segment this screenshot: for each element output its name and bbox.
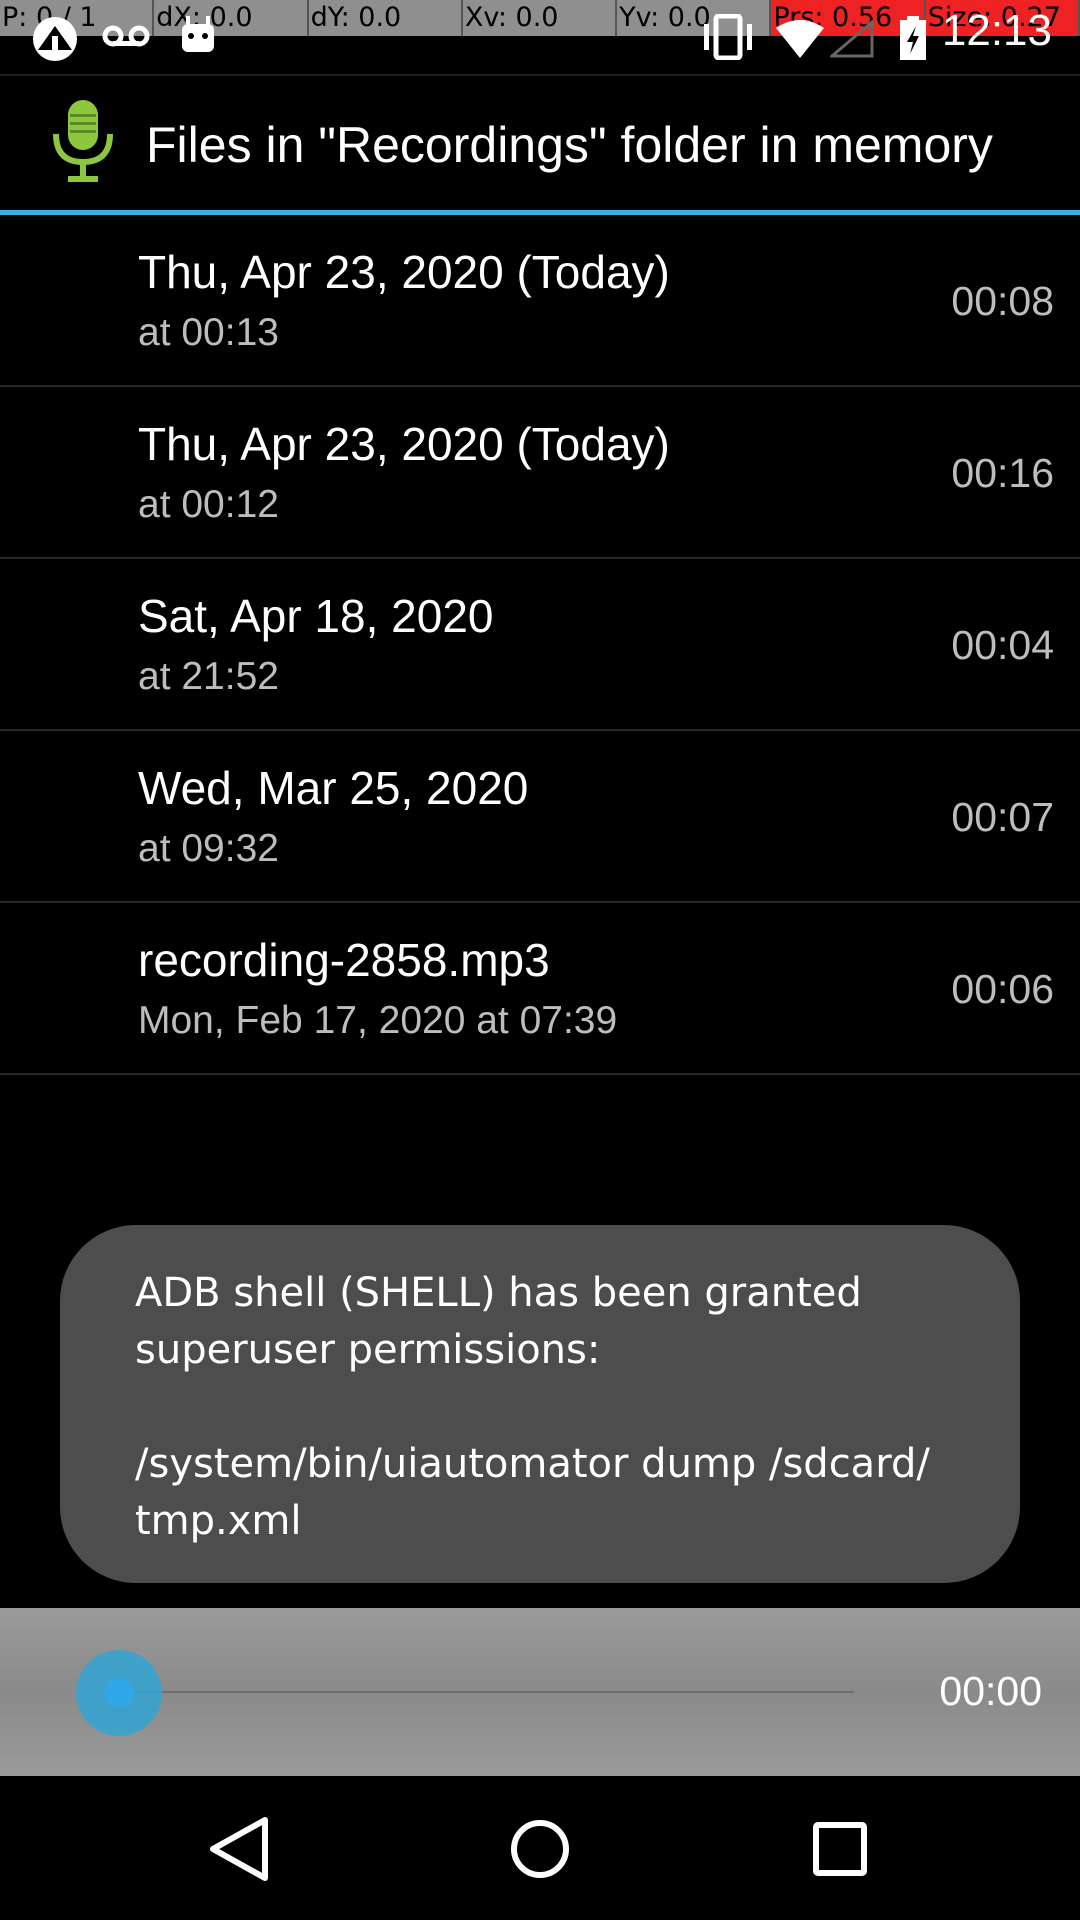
list-item[interactable]: Thu, Apr 23, 2020 (Today) at 00:13 00:08 xyxy=(0,215,1080,387)
list-item[interactable]: Wed, Mar 25, 2020 at 09:32 00:07 xyxy=(0,731,1080,903)
toast-line: /system/bin/uiautomator dump /sdcard/ xyxy=(135,1441,930,1487)
recents-icon[interactable] xyxy=(803,1812,877,1886)
recording-title: recording-2858.mp3 xyxy=(138,934,550,986)
toast-line: superuser permissions: xyxy=(135,1327,601,1373)
recording-time: at 00:12 xyxy=(138,483,279,526)
recording-time: at 21:52 xyxy=(138,655,279,698)
back-icon[interactable] xyxy=(203,1812,277,1886)
recording-title: Sat, Apr 18, 2020 xyxy=(138,590,494,642)
voicemail-icon xyxy=(102,22,150,55)
player-bar: 00:00 xyxy=(0,1608,1080,1776)
battery-charging-icon xyxy=(898,16,928,65)
home-icon[interactable] xyxy=(503,1812,577,1886)
recordings-list: Thu, Apr 23, 2020 (Today) at 00:13 00:08… xyxy=(0,215,1080,1075)
list-item[interactable]: Thu, Apr 23, 2020 (Today) at 00:12 00:16 xyxy=(0,387,1080,559)
recording-title: Thu, Apr 23, 2020 (Today) xyxy=(138,246,670,298)
wifi-icon xyxy=(776,20,824,63)
recording-duration: 00:06 xyxy=(951,966,1054,1012)
signal-icon xyxy=(827,18,874,63)
status-bar: 12:13 xyxy=(0,0,1080,74)
recording-time: at 00:13 xyxy=(138,311,279,354)
list-item[interactable]: recording-2858.mp3 Mon, Feb 17, 2020 at … xyxy=(0,903,1080,1075)
app-bar: Files in "Recordings" folder in memory xyxy=(0,74,1080,214)
recording-title: Wed, Mar 25, 2020 xyxy=(138,762,529,814)
vibrate-icon xyxy=(700,13,756,65)
recording-duration: 00:16 xyxy=(951,450,1054,496)
status-time: 12:13 xyxy=(941,6,1052,55)
recording-time: Mon, Feb 17, 2020 at 07:39 xyxy=(138,999,618,1042)
toast-line: tmp.xml xyxy=(135,1498,302,1544)
seek-bar-thumb-center xyxy=(104,1678,134,1708)
toast-line: ADB shell (SHELL) has been granted xyxy=(135,1270,862,1316)
playback-time: 00:00 xyxy=(939,1668,1042,1714)
recording-duration: 00:08 xyxy=(951,278,1054,324)
app-notification-icon xyxy=(28,16,82,67)
page-title: Files in "Recordings" folder in memory xyxy=(146,117,993,173)
superuser-toast: ADB shell (SHELL) has been granted super… xyxy=(60,1225,1020,1583)
recording-duration: 00:07 xyxy=(951,794,1054,840)
list-item[interactable]: Sat, Apr 18, 2020 at 21:52 00:04 xyxy=(0,559,1080,731)
seek-bar-track[interactable] xyxy=(120,1691,854,1693)
navigation-bar xyxy=(0,1776,1080,1920)
recording-title: Thu, Apr 23, 2020 (Today) xyxy=(138,418,670,470)
recording-duration: 00:04 xyxy=(951,622,1054,668)
android-icon xyxy=(178,14,218,59)
recording-time: at 09:32 xyxy=(138,827,279,870)
microphone-icon xyxy=(48,98,118,191)
